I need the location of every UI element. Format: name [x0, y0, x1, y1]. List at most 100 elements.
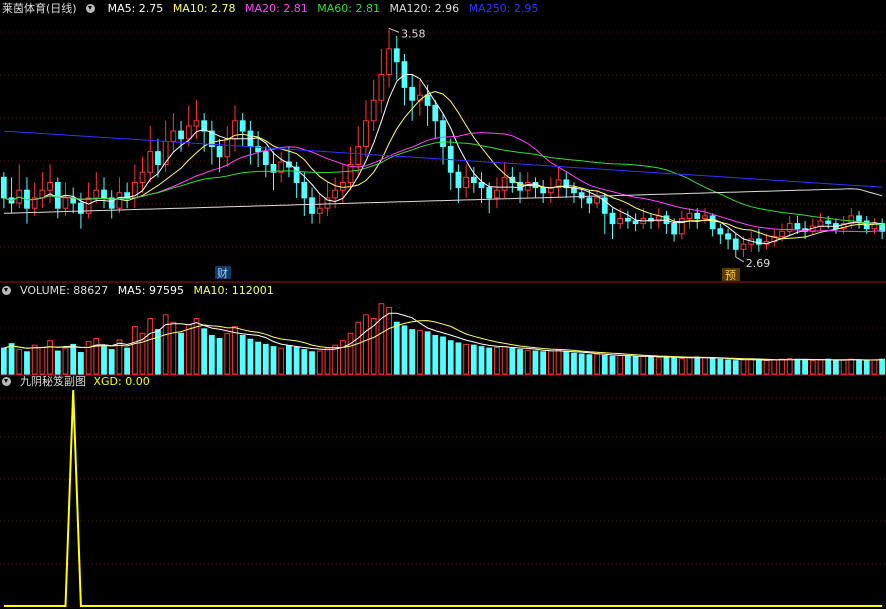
volume-ma10-value: MA10: 112001: [193, 284, 274, 297]
main-chart-header: 莱茵体育(日线) MA5: 2.75 MA10: 2.78 MA20: 2.81…: [2, 1, 544, 17]
volume-bar: [108, 349, 115, 375]
volume-bar: [571, 352, 577, 375]
volume-bar: [586, 354, 593, 375]
candle-body: [155, 151, 161, 165]
candle-body: [386, 48, 392, 76]
volume-bar: [363, 314, 369, 375]
candle-body: [185, 125, 192, 140]
volume-bar: [555, 349, 562, 375]
volume-bar: [802, 359, 808, 375]
volume-bar: [532, 350, 539, 375]
volume-bars[interactable]: [0, 303, 886, 375]
volume-bar: [409, 329, 416, 375]
candle-body: [224, 138, 231, 158]
candle-body: [409, 86, 416, 101]
volume-bar: [617, 355, 624, 375]
candle-body: [62, 197, 69, 209]
candle-body: [732, 238, 739, 250]
volume-bar: [578, 353, 585, 375]
candle-body: [586, 197, 593, 204]
ma5-value: MA5: 2.75: [107, 2, 164, 15]
volume-bar: [24, 351, 30, 375]
volume-bar: [725, 359, 731, 375]
volume-bar: [0, 347, 7, 375]
collapse-icon[interactable]: [2, 375, 14, 388]
volume-bar: [47, 340, 53, 375]
volume-bar: [232, 326, 238, 375]
volume-bar: [70, 343, 77, 375]
volume-bar: [124, 347, 131, 375]
volume-bar: [447, 340, 454, 375]
volume-bar: [54, 350, 61, 375]
volume-bar: [16, 349, 23, 375]
candle-body: [101, 189, 107, 199]
candle-body: [332, 189, 339, 199]
volume-bar: [85, 340, 92, 375]
volume-bar: [494, 346, 500, 375]
volume-bar: [432, 335, 439, 375]
volume-bar: [547, 350, 554, 375]
collapse-icon[interactable]: [2, 284, 14, 297]
volume-bar: [856, 359, 862, 375]
volume-bar: [678, 357, 685, 375]
xgd-indicator-line: [3, 389, 883, 607]
candle-body: [424, 94, 431, 106]
volume-bar: [178, 332, 184, 375]
candle-body: [432, 104, 439, 122]
volume-bar: [663, 356, 670, 375]
candle-body: [524, 181, 531, 191]
collapse-icon[interactable]: [86, 2, 98, 15]
volume-bar: [416, 329, 423, 375]
volume-bar: [216, 337, 223, 375]
candle-body: [262, 151, 269, 165]
xgd-line: [3, 389, 883, 607]
volume-bar: [840, 359, 847, 375]
candle-body: [139, 171, 146, 183]
candle-body: [216, 146, 223, 158]
candle-body: [78, 202, 84, 214]
volume-bar: [848, 358, 855, 375]
candle-body: [193, 120, 200, 127]
candle-body: [393, 48, 400, 63]
ma60-value: MA60: 2.81: [317, 2, 380, 15]
low-price-label: 2.69: [746, 257, 771, 270]
volume-bar: [324, 347, 331, 375]
candlestick-series[interactable]: [0, 28, 886, 258]
volume-bar: [309, 351, 315, 375]
volume-bar: [355, 321, 362, 375]
candle-body: [740, 243, 747, 250]
candle-body: [455, 171, 462, 189]
candle-body: [170, 130, 177, 142]
volume-bar: [655, 357, 662, 375]
candle-body: [725, 233, 731, 240]
volume-bar: [640, 355, 647, 375]
volume-bar: [62, 347, 69, 375]
candle-body: [463, 176, 470, 189]
volume-bar: [278, 347, 285, 375]
volume-bar: [286, 345, 292, 375]
volume-bar: [131, 326, 138, 375]
candle-body: [0, 176, 7, 199]
volume-bar: [262, 343, 269, 375]
volume-bar: [863, 360, 870, 375]
volume-bar: [809, 360, 816, 375]
volume-bar: [470, 344, 477, 375]
volume-bar: [255, 341, 261, 375]
volume-bar: [8, 343, 15, 375]
volume-bar: [524, 349, 531, 375]
volume-bar: [648, 356, 654, 375]
volume-bar: [401, 325, 408, 375]
candle-body: [347, 163, 354, 183]
candle-body: [794, 223, 801, 230]
volume-bar: [755, 359, 762, 375]
candle-body: [494, 189, 500, 199]
volume-bar: [501, 346, 508, 375]
volume-bar: [270, 346, 277, 375]
candle-body: [47, 181, 53, 191]
volume-bar: [347, 332, 354, 375]
volume-bar: [170, 321, 177, 375]
volume-bar: [748, 358, 755, 375]
moving-average-lines: [3, 74, 883, 245]
candle-body: [147, 151, 154, 173]
volume-bar: [486, 347, 493, 375]
